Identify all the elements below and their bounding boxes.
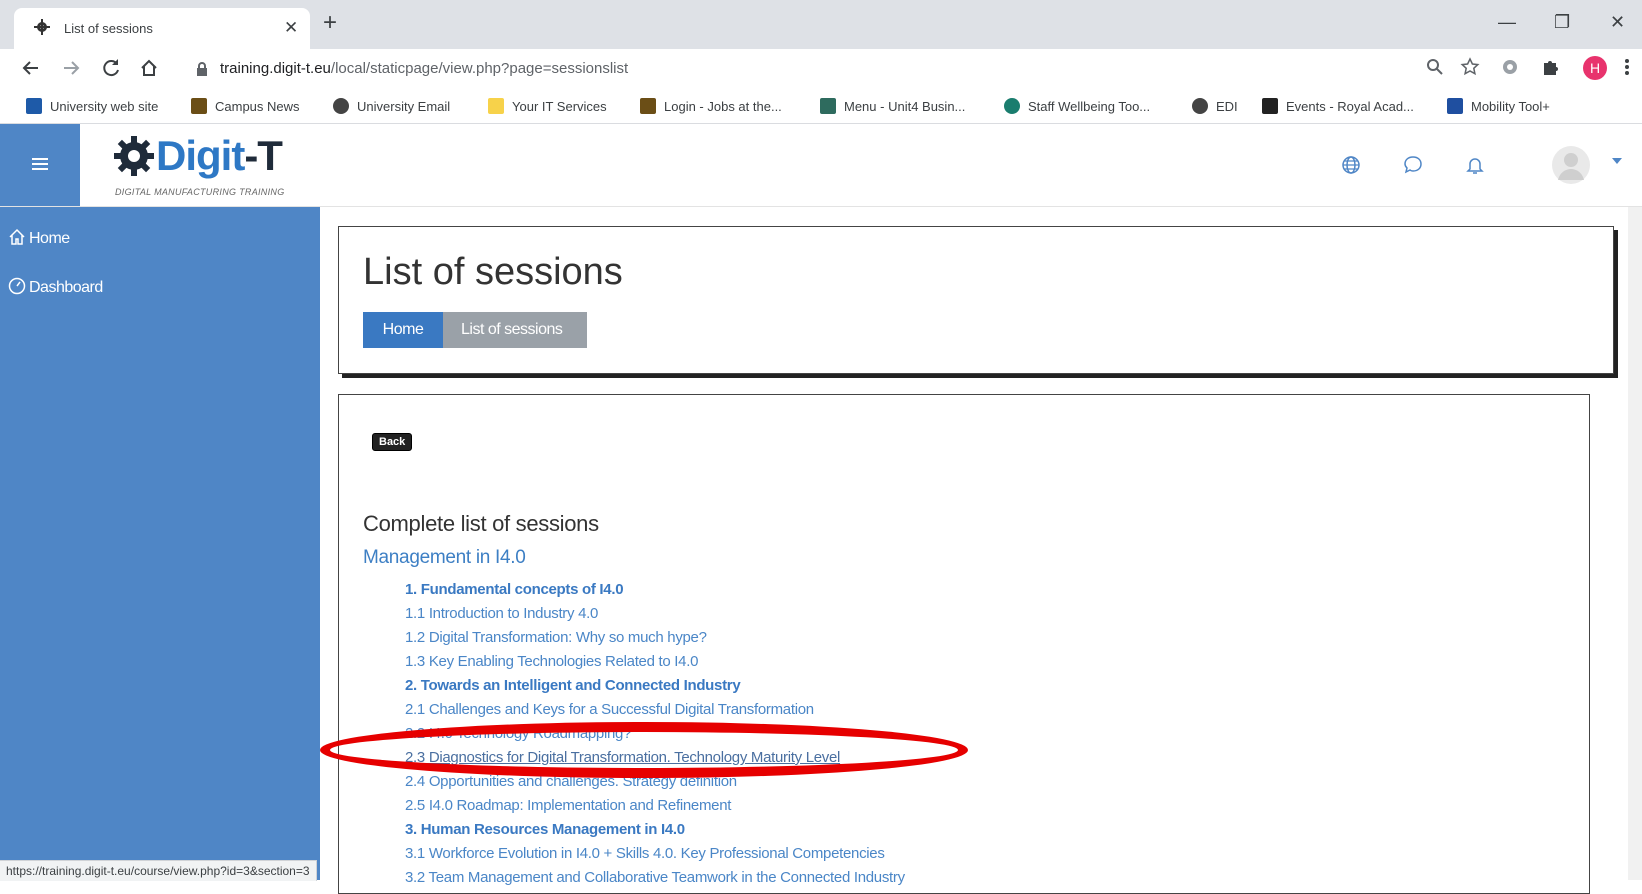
page-title: List of sessions [363,251,623,293]
browser-tab[interactable]: List of sessions ✕ [14,8,310,49]
site-logo[interactable]: Digit-T DIGITAL MANUFACTURING TRAINING [110,132,310,198]
zoom-icon[interactable] [1425,57,1445,77]
session-link[interactable]: 2.4 Opportunities and challenges. Strate… [405,773,905,797]
session-link[interactable]: 2.2 I4.0 Technology Roadmapping? [405,725,905,749]
site-header: Digit-T DIGITAL MANUFACTURING TRAINING [0,124,1642,207]
restore-button[interactable]: ❐ [1554,12,1570,33]
session-section-link[interactable]: 2. Towards an Intelligent and Connected … [405,677,905,701]
session-link[interactable]: 3.1 Workforce Evolution in I4.0 + Skills… [405,845,905,869]
gear-logo-icon [112,134,156,178]
url-text: training.digit-t.eu/local/staticpage/vie… [220,60,629,77]
new-tab-button[interactable]: + [323,9,337,37]
session-list: 1. Fundamental concepts of I4.0 1.1 Intro… [405,581,905,893]
bookmark-it-services[interactable]: Your IT Services [488,98,607,114]
folder-favicon-icon [488,98,504,114]
tab-close-icon[interactable]: ✕ [284,18,298,38]
bookmark-university-email[interactable]: University Email [333,98,450,114]
session-link[interactable]: 2.1 Challenges and Keys for a Successful… [405,701,905,725]
extension-settings-icon[interactable] [1500,57,1520,77]
session-link[interactable]: 1.2 Digital Transformation: Why so much … [405,629,905,653]
globe-favicon-icon [333,98,349,114]
browser-toolbar: training.digit-t.eu/local/staticpage/vie… [0,49,1642,89]
nav-item-dashboard[interactable]: Dashboard [8,277,103,297]
dashboard-gauge-icon [8,277,26,295]
bell-icon[interactable] [1464,154,1486,176]
lock-icon [196,62,208,76]
bookmark-favicon-icon [26,98,42,114]
user-avatar[interactable] [1552,146,1590,184]
forward-arrow-icon[interactable] [60,57,82,79]
bookmark-favicon-icon [191,98,207,114]
browser-tab-strip: List of sessions ✕ + — ❐ ✕ [0,0,1642,49]
breadcrumb-current: List of sessions [443,312,587,348]
bookmark-login-jobs[interactable]: Login - Jobs at the... [640,98,782,114]
puzzle-extensions-icon[interactable] [1540,57,1560,77]
nav-item-label: Dashboard [29,279,103,296]
bookmark-favicon-icon [640,98,656,114]
bookmark-favicon-icon [1004,98,1020,114]
sessions-heading: Complete list of sessions [363,511,599,536]
reload-icon[interactable] [100,57,122,79]
status-bar-url: https://training.digit-t.eu/course/view.… [0,860,317,881]
eu-flag-favicon-icon [1447,98,1463,114]
session-link[interactable]: 3.2 Team Management and Collaborative Te… [405,869,905,893]
session-section-link[interactable]: 3. Human Resources Management in I4.0 [405,821,905,845]
bookmark-royal-academy-events[interactable]: Events - Royal Acad... [1262,98,1414,114]
message-icon[interactable] [1402,154,1424,176]
address-bar[interactable]: training.digit-t.eu/local/staticpage/vie… [188,54,1428,84]
bookmark-campus-news[interactable]: Campus News [191,98,300,114]
bookmarks-bar: University web site Campus News Universi… [0,89,1642,124]
module-title[interactable]: Management in I4.0 [363,547,526,569]
page-header: List of sessions Home List of sessions [338,226,1614,374]
back-arrow-icon[interactable] [20,57,42,79]
minimize-button[interactable]: — [1498,12,1516,33]
globe-favicon-icon [1192,98,1208,114]
globe-language-icon[interactable] [1340,154,1362,176]
home-icon [8,228,26,246]
bookmark-edi[interactable]: EDI [1192,98,1238,114]
session-link[interactable]: 1.1 Introduction to Industry 4.0 [405,605,905,629]
brand-tagline: DIGITAL MANUFACTURING TRAINING [115,187,285,197]
nav-drawer: Home Dashboard [0,207,320,880]
bookmark-staff-wellbeing[interactable]: Staff Wellbeing Too... [1004,98,1150,114]
hamburger-icon [32,157,48,171]
nav-item-home[interactable]: Home [8,228,70,248]
caret-down-icon[interactable] [1612,158,1622,164]
close-window-button[interactable]: ✕ [1610,12,1625,33]
star-icon[interactable] [1460,57,1480,77]
profile-avatar[interactable]: H [1583,56,1607,80]
session-link[interactable]: 1.3 Key Enabling Technologies Related to… [405,653,905,677]
tab-title: List of sessions [64,21,153,36]
breadcrumb-home[interactable]: Home [363,312,455,348]
home-icon[interactable] [138,57,160,79]
bookmark-unit4-menu[interactable]: Menu - Unit4 Busin... [820,98,965,114]
back-button[interactable]: Back [372,433,413,451]
nav-item-label: Home [29,230,70,247]
bookmark-mobility-tool[interactable]: Mobility Tool+ [1447,98,1550,114]
bookmark-favicon-icon [1262,98,1278,114]
scrollbar[interactable] [1628,207,1642,880]
kebab-menu-icon[interactable] [1624,57,1630,77]
session-section-link[interactable]: 1. Fundamental concepts of I4.0 [405,581,905,605]
drawer-toggle-button[interactable] [0,124,80,206]
brand-name: Digit-T [156,132,283,179]
session-link[interactable]: 2.3 Diagnostics for Digital Transformati… [405,749,905,773]
gear-favicon-icon [34,19,50,35]
session-link[interactable]: 2.5 I4.0 Roadmap: Implementation and Ref… [405,797,905,821]
main-content: Back Complete list of sessions Managemen… [338,394,1590,894]
bookmark-university-web-site[interactable]: University web site [26,98,158,114]
bookmark-favicon-icon [820,98,836,114]
